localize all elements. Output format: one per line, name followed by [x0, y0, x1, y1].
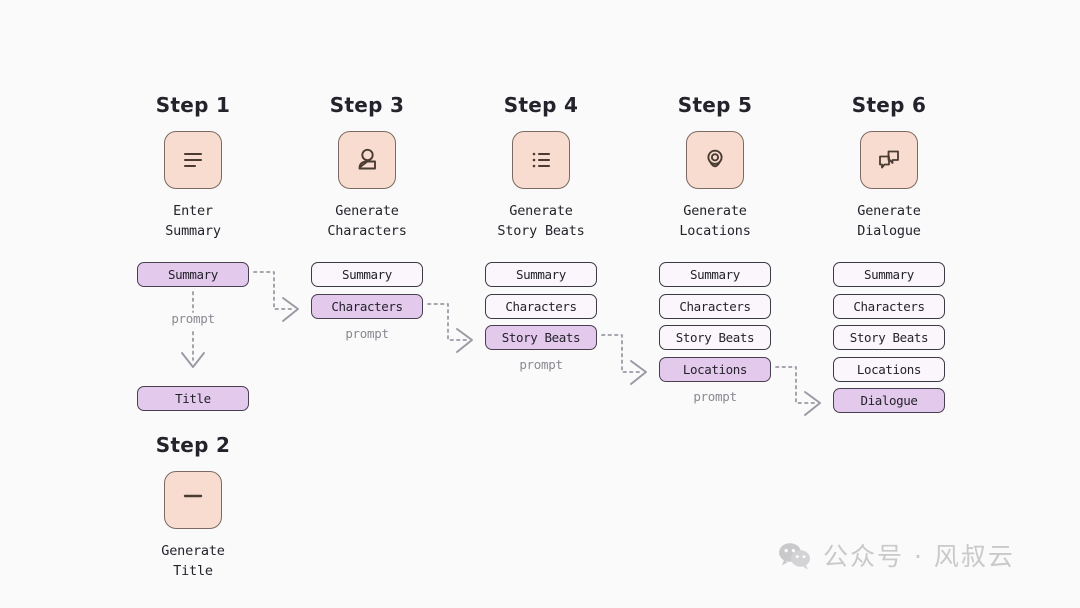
pill-stack-step1: Summary — [137, 262, 249, 294]
step-column-step3: Step 3 Generate Characters — [287, 95, 447, 242]
pill-characters[interactable]: Characters — [485, 294, 597, 319]
watermark: 公众号 · 风叔云 — [778, 541, 1015, 571]
pill-title[interactable]: Title — [137, 386, 249, 411]
step-caption-line1: Generate — [287, 202, 447, 222]
arrowhead-step1-to-step3 — [283, 298, 298, 321]
pill-characters[interactable]: Characters — [833, 294, 945, 319]
step-caption: Generate Story Beats — [461, 202, 621, 242]
pill-locations[interactable]: Locations — [833, 357, 945, 382]
diagram-canvas: Step 1 Enter Summary Summary prompt Titl… — [0, 0, 1080, 608]
step-title: Step 1 — [113, 95, 273, 115]
pill-locations[interactable]: Locations — [659, 357, 771, 382]
wechat-icon — [778, 541, 812, 571]
prompt-text: prompt — [137, 311, 249, 326]
step-title: Step 6 — [809, 95, 969, 115]
step-caption: Generate Title — [113, 542, 273, 582]
pill-stack-step6: Summary Characters Story Beats Locations… — [833, 262, 945, 420]
pill-stack-step3: Summary Characters prompt — [311, 262, 423, 341]
pill-characters[interactable]: Characters — [311, 294, 423, 319]
step-caption-line2: Title — [113, 562, 273, 582]
person-icon — [338, 131, 396, 189]
connector-step3-to-step4 — [428, 304, 466, 340]
pill-story-beats[interactable]: Story Beats — [833, 325, 945, 350]
step-caption: Generate Characters — [287, 202, 447, 242]
step-column-step5: Step 5 Generate Locations — [635, 95, 795, 242]
pill-stack-step1-output: Title — [137, 386, 249, 418]
single-line-icon — [164, 471, 222, 529]
connector-step5-to-step6 — [776, 367, 814, 403]
pill-summary[interactable]: Summary — [833, 262, 945, 287]
step-title: Step 5 — [635, 95, 795, 115]
step-column-step2: Step 2 Generate Title — [113, 435, 273, 582]
arrowhead-step4-to-step5 — [631, 361, 646, 384]
pill-dialogue[interactable]: Dialogue — [833, 388, 945, 413]
prompt-text: prompt — [485, 357, 597, 372]
pill-summary[interactable]: Summary — [311, 262, 423, 287]
map-pin-icon — [686, 131, 744, 189]
connector-step1-to-step3 — [254, 272, 292, 309]
step-caption-line1: Generate — [809, 202, 969, 222]
lines-list-icon — [164, 131, 222, 189]
step-caption-line2: Characters — [287, 222, 447, 242]
connector-step4-to-step5 — [602, 335, 640, 372]
step-caption-line2: Summary — [113, 222, 273, 242]
step-column-step1: Step 1 Enter Summary — [113, 95, 273, 242]
pill-summary[interactable]: Summary — [485, 262, 597, 287]
arrowhead-step5-to-step6 — [805, 392, 820, 415]
step-caption-line1: Generate — [113, 542, 273, 562]
arrowhead-step1-down — [182, 353, 204, 367]
step-caption: Generate Locations — [635, 202, 795, 242]
pill-story-beats[interactable]: Story Beats — [485, 325, 597, 350]
pill-summary[interactable]: Summary — [659, 262, 771, 287]
prompt-text: prompt — [659, 389, 771, 404]
pill-stack-step5: Summary Characters Story Beats Locations… — [659, 262, 771, 404]
step-caption-line1: Generate — [635, 202, 795, 222]
arrowhead-step3-to-step4 — [457, 329, 472, 352]
pill-stack-step4: Summary Characters Story Beats prompt — [485, 262, 597, 372]
pill-story-beats[interactable]: Story Beats — [659, 325, 771, 350]
speech-bubbles-icon — [860, 131, 918, 189]
step-caption: Enter Summary — [113, 202, 273, 242]
step-column-step4: Step 4 Generate Story Beats — [461, 95, 621, 242]
prompt-label-step1: prompt — [137, 311, 249, 326]
step-caption-line1: Generate — [461, 202, 621, 222]
pill-summary[interactable]: Summary — [137, 262, 249, 287]
watermark-text: 公众号 · 风叔云 — [823, 544, 1015, 569]
step-caption-line1: Enter — [113, 202, 273, 222]
step-title: Step 3 — [287, 95, 447, 115]
prompt-text: prompt — [311, 326, 423, 341]
step-title: Step 4 — [461, 95, 621, 115]
bulleted-list-icon — [512, 131, 570, 189]
step-column-step6: Step 6 Generate Dialogue — [809, 95, 969, 242]
step-title: Step 2 — [113, 435, 273, 455]
step-caption-line2: Locations — [635, 222, 795, 242]
step-caption-line2: Story Beats — [461, 222, 621, 242]
pill-characters[interactable]: Characters — [659, 294, 771, 319]
step-caption: Generate Dialogue — [809, 202, 969, 242]
step-caption-line2: Dialogue — [809, 222, 969, 242]
